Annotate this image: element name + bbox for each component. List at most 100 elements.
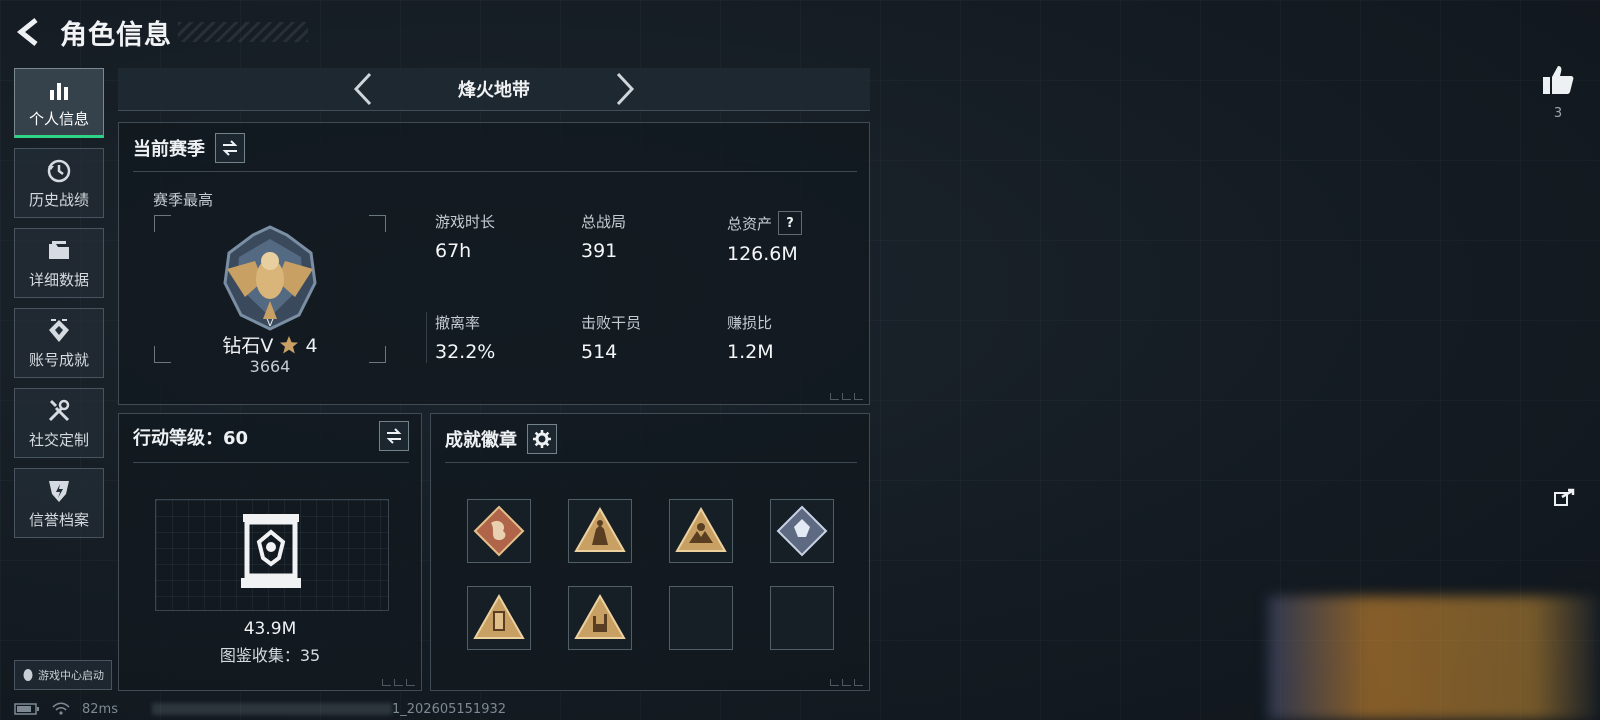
rank-emblem-icon: V bbox=[215, 223, 325, 333]
sidebar-item-social[interactable]: 社交定制 bbox=[14, 388, 104, 458]
build-version: 1_202605151932 bbox=[391, 701, 507, 717]
sidebar-item-achievements[interactable]: 账号成就 bbox=[14, 308, 104, 378]
stat-label: 总资产 bbox=[727, 214, 773, 233]
stat-value: 32.2% bbox=[435, 341, 496, 363]
stat-value: 1.2M bbox=[727, 341, 774, 363]
bar-chart-icon bbox=[47, 75, 71, 105]
rank-label: 钻石V 4 bbox=[219, 331, 321, 358]
achievement-icon bbox=[47, 316, 71, 346]
chevron-left-icon bbox=[353, 72, 372, 106]
badges-panel-title: 成就徽章 bbox=[445, 430, 517, 451]
rank-score: 3664 bbox=[249, 357, 291, 376]
stat-label: 击败干员 bbox=[581, 314, 642, 332]
badges-panel-header: 成就徽章 bbox=[445, 424, 557, 454]
badge-slot[interactable] bbox=[770, 499, 834, 563]
stat-label: 撤离率 bbox=[435, 314, 481, 332]
achievement-badges-panel: 成就徽章 bbox=[430, 413, 870, 691]
action-level-panel: 行动等级：60 43.9M 图鉴收集：35 bbox=[118, 413, 422, 691]
blurred-text bbox=[151, 703, 392, 715]
like-button[interactable]: 3 bbox=[1538, 64, 1578, 121]
stat-value: 126.6M bbox=[727, 243, 798, 265]
badge-slot[interactable] bbox=[467, 586, 531, 650]
stat-value: 67h bbox=[435, 240, 472, 262]
sidebar-item-personal-info[interactable]: 个人信息 bbox=[14, 68, 104, 138]
empty-badge-slot[interactable] bbox=[669, 586, 733, 650]
corner-decoration bbox=[382, 679, 415, 686]
rank-stars: 4 bbox=[305, 335, 318, 357]
game-center-launch-button[interactable]: 游戏中心启动 bbox=[14, 660, 112, 690]
stat-profit-loss-ratio: 赚损比 1.2M bbox=[727, 312, 774, 363]
rock-hand-badge-icon bbox=[574, 593, 626, 639]
next-mode-button[interactable] bbox=[614, 72, 636, 106]
svg-text:V: V bbox=[267, 318, 274, 329]
page-title: 角色信息 bbox=[60, 19, 172, 51]
wifi-icon bbox=[52, 702, 70, 715]
panel-divider bbox=[445, 462, 857, 463]
corner-decoration bbox=[830, 679, 863, 686]
help-icon[interactable]: ? bbox=[778, 211, 803, 235]
stat-label: 总战局 bbox=[581, 213, 627, 231]
badge-slot[interactable] bbox=[568, 499, 632, 563]
status-bar: 82ms 1_202605151932 bbox=[14, 700, 506, 718]
sidebar-item-label: 信誉档案 bbox=[28, 511, 89, 529]
current-season-panel: 当前赛季 赛季最高 V 钻石V 4 3664 游戏时长 67h 总战局 391 … bbox=[118, 122, 870, 405]
shield-icon bbox=[47, 476, 71, 506]
stat-operators-defeated: 击败干员 514 bbox=[581, 312, 641, 363]
sidebar-item-label: 历史战绩 bbox=[28, 191, 89, 209]
action-level-value: 43.9M bbox=[243, 619, 297, 639]
action-level-switch-button[interactable] bbox=[379, 421, 409, 451]
chevron-right-icon bbox=[616, 72, 635, 106]
badge-settings-button[interactable] bbox=[527, 424, 557, 454]
stat-total-matches: 总战局 391 bbox=[581, 211, 626, 262]
folder-icon bbox=[46, 236, 72, 266]
stat-value: 514 bbox=[581, 341, 618, 363]
sidebar-item-history[interactable]: 历史战绩 bbox=[14, 148, 104, 218]
collection-count: 图鉴收集：35 bbox=[219, 646, 321, 665]
dragon-badge-icon bbox=[473, 505, 525, 557]
title-decoration bbox=[178, 22, 308, 42]
panel-divider bbox=[133, 171, 857, 172]
battery-icon bbox=[14, 703, 39, 715]
badge-slot[interactable] bbox=[669, 499, 733, 563]
sidebar: 个人信息 历史战绩 详细数据 账号成就 社交定制 信誉档案 bbox=[14, 68, 106, 548]
hands-badge-icon bbox=[675, 506, 727, 552]
rank-name: 钻石V bbox=[222, 335, 274, 357]
stat-label: 赚损比 bbox=[727, 314, 773, 332]
swap-icon bbox=[222, 140, 238, 156]
vault-icon bbox=[239, 512, 303, 594]
action-level-title: 行动等级：60 bbox=[133, 428, 249, 449]
sidebar-item-label: 社交定制 bbox=[28, 431, 89, 449]
warrior-badge-icon bbox=[574, 506, 626, 552]
share-icon bbox=[1554, 488, 1575, 506]
prev-mode-button[interactable] bbox=[352, 72, 374, 106]
sidebar-item-label: 详细数据 bbox=[28, 271, 89, 289]
ping-value: 82ms bbox=[82, 701, 118, 717]
game-center-label: 游戏中心启动 bbox=[38, 669, 104, 682]
empty-badge-slot[interactable] bbox=[770, 586, 834, 650]
tools-icon bbox=[46, 396, 72, 426]
background-glow bbox=[1268, 596, 1600, 720]
stat-value: 391 bbox=[581, 240, 618, 262]
badge-slot[interactable] bbox=[568, 586, 632, 650]
sidebar-item-reputation[interactable]: 信誉档案 bbox=[14, 468, 104, 538]
swap-icon bbox=[386, 428, 402, 444]
stat-extraction-rate: 撤离率 32.2% bbox=[426, 312, 495, 363]
silver-diamond-badge-icon bbox=[776, 505, 828, 557]
thumbs-up-icon bbox=[1543, 66, 1574, 94]
sidebar-item-detailed-data[interactable]: 详细数据 bbox=[14, 228, 104, 298]
sidebar-item-label: 个人信息 bbox=[28, 110, 89, 128]
season-panel-header: 当前赛季 bbox=[133, 133, 245, 163]
pillar-badge-icon bbox=[473, 593, 525, 639]
season-switch-button[interactable] bbox=[215, 133, 245, 163]
back-arrow-icon[interactable] bbox=[14, 17, 44, 47]
page-header: 角色信息 bbox=[14, 14, 308, 51]
gear-icon bbox=[533, 430, 551, 448]
stat-label: 游戏时长 bbox=[435, 213, 496, 231]
mode-selector: 烽火地带 bbox=[118, 68, 870, 111]
season-best-label: 赛季最高 bbox=[153, 191, 214, 209]
clock-history-icon bbox=[46, 156, 72, 186]
badge-slot[interactable] bbox=[467, 499, 531, 563]
panel-divider bbox=[133, 462, 409, 463]
share-button[interactable] bbox=[1550, 486, 1580, 508]
season-panel-title: 当前赛季 bbox=[133, 139, 205, 160]
